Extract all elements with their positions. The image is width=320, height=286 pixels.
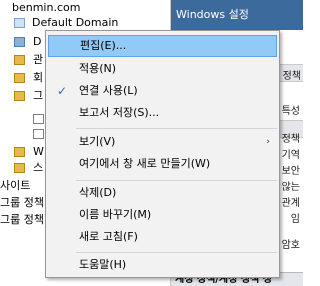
menu-item-help[interactable]: 도움말(H) <box>48 254 277 276</box>
details-fragment: 특성 <box>281 106 300 117</box>
details-fragment: 임 <box>290 214 300 225</box>
menu-item-enforced[interactable]: 적용(N) <box>48 58 277 80</box>
menu-item-label: 도움말(H) <box>79 258 127 271</box>
menu-item-label: 보고서 저장(S)... <box>79 106 160 119</box>
details-fragment: 보안 <box>281 166 300 177</box>
menu-item-label: 이름 바꾸기(M) <box>79 208 152 221</box>
tree-item-label: Default Domain <box>32 16 119 29</box>
tree-item-label: 스 <box>33 161 44 174</box>
folder-icon <box>14 73 25 83</box>
tree-item-label: 회 <box>33 71 44 84</box>
details-fragment: 관계 <box>281 198 300 209</box>
menu-item-label: 새로 고침(F) <box>79 230 138 243</box>
checkmark-icon: ✓ <box>57 84 68 98</box>
menu-item-delete[interactable]: 삭제(D) <box>48 182 277 204</box>
tree-item-label: 그룹 정책 <box>0 213 44 226</box>
tree-item-label: 그 <box>33 89 44 102</box>
menu-item-edit[interactable]: 편집(E)... <box>48 35 277 57</box>
details-fragment: 기역 <box>281 150 300 161</box>
details-title: Windows 설정 <box>171 0 303 30</box>
gpo-link-icon <box>14 18 25 28</box>
menu-item-rename[interactable]: 이름 바꾸기(M) <box>48 204 277 226</box>
menu-separator <box>76 252 277 253</box>
details-fragment: 정책 <box>282 71 301 82</box>
menu-item-label: 편집(E)... <box>80 39 127 52</box>
menu-separator <box>76 128 277 129</box>
menu-item-save-report[interactable]: 보고서 저장(S)... <box>48 102 277 124</box>
submenu-arrow-icon: › <box>266 137 270 147</box>
tree-item-label: 관 <box>33 53 44 66</box>
folder-icon <box>14 55 25 65</box>
folder-icon <box>14 147 25 157</box>
menu-item-refresh[interactable]: 새로 고침(F) <box>48 226 277 248</box>
tree-item-label: 그룹 정책 <box>0 196 44 209</box>
menu-item-label: 연결 사용(L) <box>79 84 138 97</box>
folder-icon <box>14 91 25 101</box>
details-fragment: 정책 <box>281 134 300 145</box>
menu-item-new-window[interactable]: 여기에서 창 새로 만들기(W) <box>48 153 277 175</box>
gpo-icon <box>14 37 25 47</box>
tree-item-label: D <box>33 35 42 48</box>
gpo-object-icon <box>33 114 44 124</box>
context-menu: 편집(E)... 적용(N) ✓ 연결 사용(L) 보고서 저장(S)... 보… <box>45 30 280 278</box>
menu-item-view[interactable]: 보기(V) › <box>48 131 277 153</box>
gpo-object-icon <box>33 129 44 139</box>
menu-item-label: 여기에서 창 새로 만들기(W) <box>79 157 211 170</box>
menu-separator <box>76 180 277 181</box>
menu-item-link-enabled[interactable]: ✓ 연결 사용(L) <box>48 80 277 102</box>
menu-item-label: 보기(V) <box>79 135 116 148</box>
details-fragment: 않는 <box>281 182 300 193</box>
menu-item-label: 적용(N) <box>79 62 117 75</box>
tree-item-label: W <box>33 145 44 158</box>
tree-item-label: 사이트 <box>0 179 31 192</box>
menu-item-label: 삭제(D) <box>79 186 117 199</box>
folder-icon <box>14 163 25 173</box>
details-fragment: 암호 <box>281 240 300 251</box>
